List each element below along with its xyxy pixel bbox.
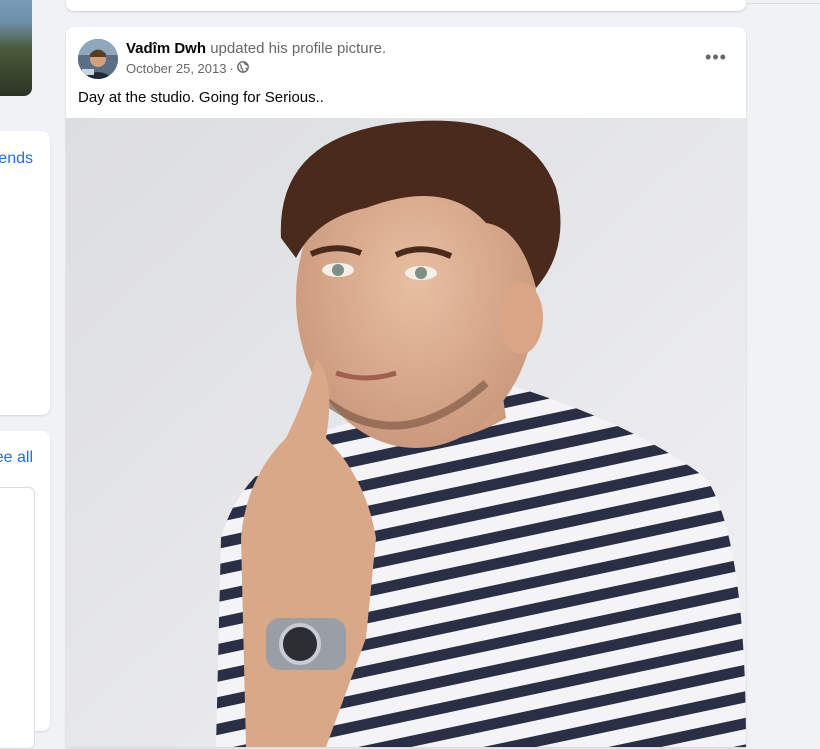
intro-photo-card — [0, 0, 50, 110]
globe-icon[interactable] — [236, 61, 249, 76]
profile-photo[interactable] — [66, 118, 746, 747]
post-caption: Day at the studio. Going for Serious.. — [78, 89, 324, 106]
more-options-button[interactable]: ••• — [702, 43, 730, 71]
friends-card: ends — [0, 131, 50, 415]
post-date[interactable]: October 25, 2013 — [126, 61, 226, 76]
card-content-box[interactable] — [0, 487, 35, 749]
photos-card: ee all — [0, 431, 50, 749]
post-header-line: Vadîm Dwh updated his profile picture. — [126, 40, 386, 57]
post-meta: October 25, 2013 · — [126, 61, 249, 76]
more-icon: ••• — [705, 46, 727, 67]
page-background — [746, 0, 820, 719]
see-all-friends-link[interactable]: ends — [0, 150, 33, 168]
previous-post-card — [66, 0, 746, 11]
divider — [746, 3, 820, 4]
avatar[interactable] — [78, 39, 118, 79]
meta-separator: · — [229, 61, 234, 76]
post-action-text: updated his profile picture. — [210, 40, 387, 57]
featured-photo[interactable] — [0, 0, 32, 96]
author-name[interactable]: Vadîm Dwh — [126, 40, 206, 57]
post-card: Vadîm Dwh updated his profile picture. … — [66, 27, 746, 747]
see-all-link[interactable]: ee all — [0, 449, 33, 467]
